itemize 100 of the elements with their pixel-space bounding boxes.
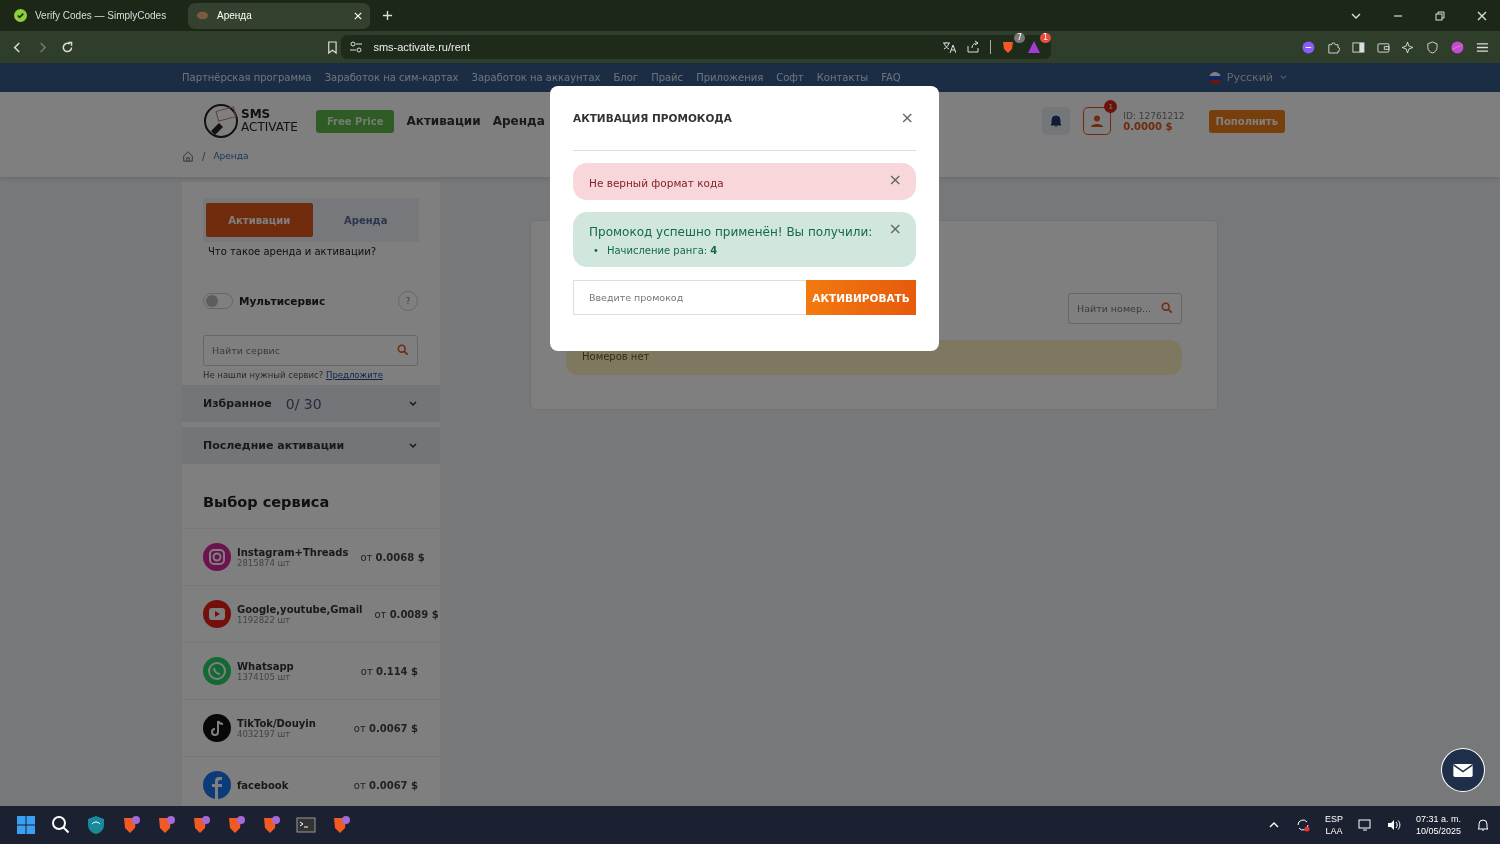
activate-button[interactable]: АКТИВИРОВАТЬ <box>806 280 916 315</box>
mode-tab[interactable]: Активации <box>206 203 313 237</box>
site-settings-icon[interactable] <box>349 40 364 54</box>
service-name: TikTok/Douyin <box>237 717 316 729</box>
count-badge: 1 <box>1040 33 1052 43</box>
service-name: Whatsapp <box>237 660 294 672</box>
letter-f-icon <box>203 771 231 799</box>
envelope-icon <box>1452 762 1474 778</box>
toggle-label: Мультисервис <box>239 295 326 307</box>
favorites-section[interactable]: Избранное 0/ 30 <box>182 385 440 422</box>
share-icon[interactable] <box>966 40 981 54</box>
vpn-shield-icon[interactable] <box>1426 39 1440 55</box>
browser-tab[interactable]: Аренда <box>188 2 370 29</box>
input-language[interactable]: ESP LAA <box>1324 813 1343 837</box>
notifications-button[interactable] <box>1042 107 1071 135</box>
browser-app-icon[interactable] <box>226 815 246 835</box>
nav-link[interactable]: Партнёрская программа <box>182 72 312 83</box>
bell-icon <box>1049 114 1064 128</box>
service-price: от 0.114 $ <box>360 665 418 677</box>
search-field[interactable]: Найти сервис <box>203 335 418 366</box>
triangle-icon[interactable] <box>1027 40 1042 54</box>
chevron-down-icon <box>408 398 418 409</box>
terminal-icon[interactable] <box>296 815 316 835</box>
lion-icon[interactable] <box>1001 40 1016 54</box>
service-name: Instagram+Threads <box>237 546 349 558</box>
reward-item: Начисление ранга: 4 <box>606 244 718 258</box>
windows-start-icon[interactable] <box>16 815 36 835</box>
clock[interactable]: 07:31 a. m. 10/05/2025 <box>1415 813 1461 837</box>
nav-link[interactable]: Блог <box>613 72 639 83</box>
header-nav-link[interactable]: Активации <box>406 114 481 128</box>
logo-text: SMS <box>241 108 272 121</box>
profile-icon[interactable] <box>1451 39 1465 55</box>
alert-text: Промокод успешно применён! Вы получили: <box>589 225 873 239</box>
service-price: от 0.0067 $ <box>353 779 418 791</box>
section-title: Избранное <box>203 397 272 410</box>
dismiss-button[interactable]: × <box>886 221 904 237</box>
browser-app-icon[interactable] <box>156 815 176 835</box>
service-row[interactable]: Google,youtube,Gmail 1192822 шт от 0.0089 $ <box>182 586 440 643</box>
translate-icon[interactable] <box>942 40 957 54</box>
language-select[interactable]: Русский <box>1208 71 1288 84</box>
service-row[interactable]: Instagram+Threads 2815874 шт от 0.0068 $ <box>182 529 440 586</box>
reload-icon[interactable] <box>60 39 74 55</box>
service-row[interactable]: TikTok/Douyin 4032197 шт от 0.0067 $ <box>182 700 440 757</box>
message-button[interactable] <box>1442 749 1484 791</box>
dismiss-button[interactable]: × <box>886 172 904 188</box>
balance: 0.0000 $ <box>1123 120 1174 132</box>
nav-link[interactable]: Прайс <box>651 72 684 83</box>
volume-icon[interactable] <box>1386 818 1401 832</box>
promo-code-field[interactable]: Введите промокод <box>573 280 806 315</box>
service-price: от 0.0067 $ <box>353 722 418 734</box>
nav-link[interactable]: Контакты <box>816 72 869 83</box>
extension-icon[interactable] <box>1302 39 1316 55</box>
browser-app-icon[interactable] <box>191 815 211 835</box>
nav-link[interactable]: Софт <box>776 72 804 83</box>
notification-bell-icon[interactable] <box>1476 818 1490 832</box>
address-bar[interactable]: sms-activate.ru/rent 7 1 <box>341 35 1052 59</box>
header-nav-link[interactable]: Аренда <box>492 114 545 128</box>
shield-app-icon[interactable] <box>86 815 106 835</box>
home-icon[interactable] <box>182 150 194 162</box>
nav-link[interactable]: Приложения <box>696 72 764 83</box>
help-link[interactable]: Что такое аренда и активации? <box>208 246 440 257</box>
logo-icon[interactable] <box>203 103 239 139</box>
service-name: Google,youtube,Gmail <box>237 603 363 615</box>
user-id: ID: 12761212 <box>1123 110 1185 121</box>
check-icon <box>14 9 27 22</box>
phone-bubble-icon <box>203 657 231 685</box>
restore-icon[interactable] <box>1434 9 1446 22</box>
mode-tab[interactable]: Аренда <box>312 203 419 237</box>
alert-text: Не верный формат кода <box>589 177 724 189</box>
close-button[interactable]: × <box>898 110 916 126</box>
site-icon <box>196 9 209 22</box>
user-icon <box>1090 114 1105 128</box>
service-row[interactable]: Whatsapp 1374105 шт от 0.114 $ <box>182 643 440 700</box>
browser-tab[interactable]: Verify Codes — SimplyCodes <box>6 2 182 29</box>
favorites-count: 0/ 30 <box>285 395 322 412</box>
nav-link[interactable]: Заработок на сим-картах <box>324 72 459 83</box>
search-field[interactable]: Найти номер... <box>1068 293 1182 324</box>
plus-icon[interactable] <box>382 10 393 21</box>
browser-app-icon[interactable] <box>261 815 281 835</box>
logo-text: ACTIVATE <box>241 121 298 134</box>
nav-link[interactable]: Заработок на аккаунтах <box>471 72 601 83</box>
service-price: от 0.0068 $ <box>360 551 425 563</box>
sparkle-icon[interactable] <box>1401 39 1415 55</box>
puzzle-icon[interactable] <box>1327 39 1340 55</box>
network-icon[interactable] <box>1357 818 1372 832</box>
sidebar-icon[interactable] <box>1351 39 1365 55</box>
flag-icon <box>1208 71 1221 84</box>
recent-section[interactable]: Последние активации <box>182 427 440 464</box>
search-icon[interactable] <box>51 815 71 835</box>
suggest-link[interactable]: Предложите <box>326 370 383 380</box>
sync-icon[interactable] <box>1295 818 1310 832</box>
nav-link[interactable]: FAQ <box>881 72 901 83</box>
top-up-button[interactable]: Пополнить <box>1208 109 1285 133</box>
close-icon[interactable] <box>1476 9 1488 22</box>
bookmark-icon[interactable] <box>325 39 339 55</box>
account-button[interactable] <box>1083 107 1112 135</box>
browser-app-icon[interactable] <box>331 815 351 835</box>
browser-app-icon[interactable] <box>121 815 141 835</box>
breadcrumb-link[interactable]: Аренда <box>213 151 249 161</box>
dialog-title: АКТИВАЦИЯ ПРОМОКОДА <box>573 112 732 124</box>
